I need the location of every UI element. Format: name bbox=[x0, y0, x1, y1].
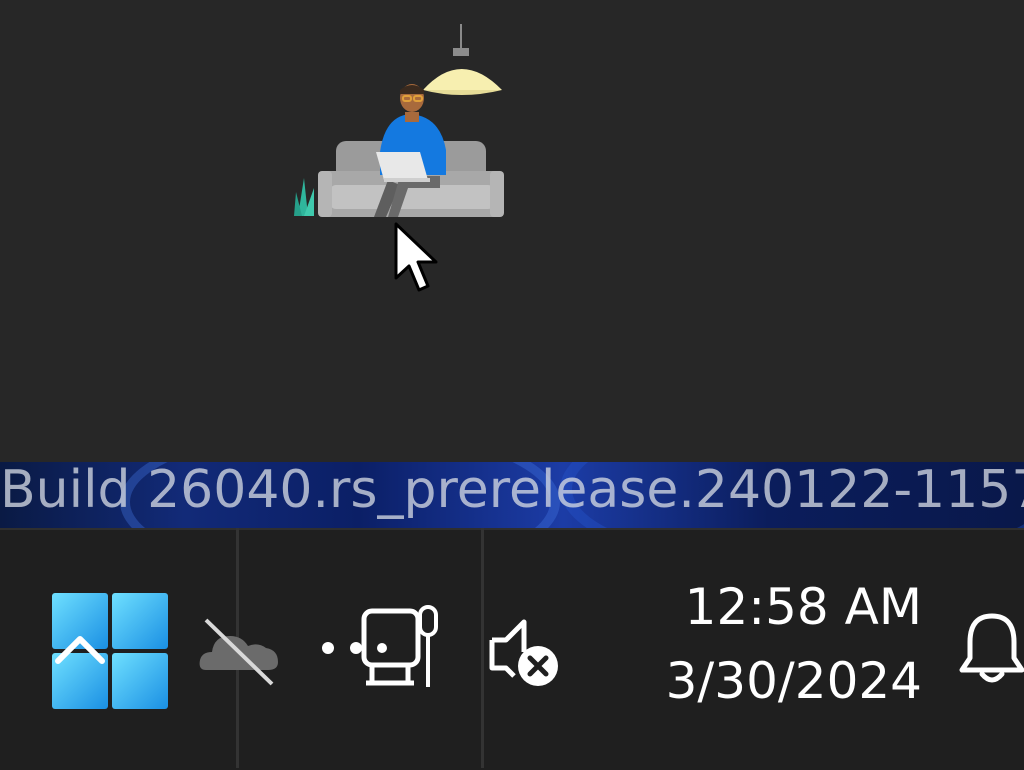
person-on-couch-illustration bbox=[294, 24, 504, 217]
empty-state-panel bbox=[0, 0, 1024, 462]
onedrive-offline-icon[interactable] bbox=[196, 614, 284, 686]
network-disconnected-icon[interactable] bbox=[316, 605, 446, 691]
taskbar-clock[interactable]: 12:58 AM 3/30/2024 bbox=[612, 572, 922, 720]
build-watermark: Build 26040.rs_prerelease.240122-1157 bbox=[0, 460, 1024, 520]
bell-icon[interactable] bbox=[956, 610, 1024, 686]
clock-date: 3/30/2024 bbox=[665, 652, 922, 710]
mouse-pointer-icon bbox=[394, 222, 438, 292]
taskbar-divider bbox=[481, 528, 484, 768]
windows-logo-icon[interactable] bbox=[52, 593, 168, 709]
clock-time: 12:58 AM bbox=[684, 578, 922, 636]
volume-muted-icon[interactable] bbox=[488, 618, 564, 690]
